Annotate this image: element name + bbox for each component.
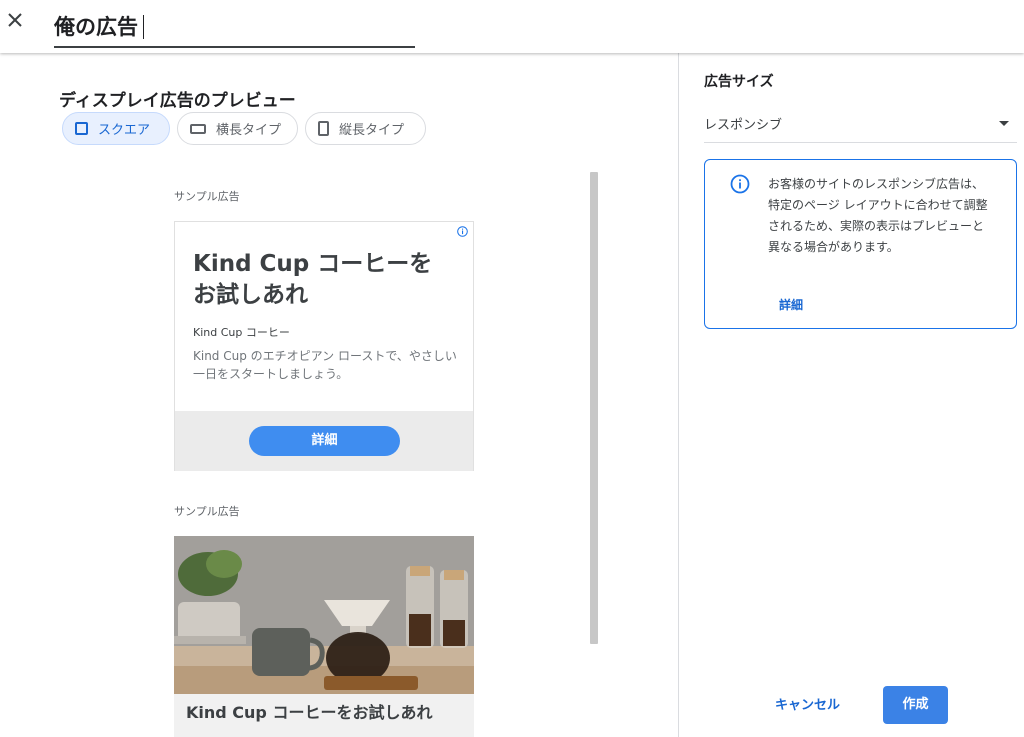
ad-size-title: 広告サイズ (704, 74, 774, 90)
sample-ad-label-2: サンプル広告 (174, 505, 240, 518)
coffee-photo (174, 536, 474, 694)
tab-square[interactable]: スクエア (62, 112, 170, 145)
ad-headline: Kind Cup コーヒーをお試しあれ (193, 251, 433, 308)
image-ad-headline: Kind Cup コーヒーをお試しあれ (186, 703, 433, 722)
tab-landscape[interactable]: 横長タイプ (177, 112, 298, 145)
preview-scrollbar[interactable] (590, 172, 598, 644)
create-button[interactable]: 作成 (883, 686, 948, 724)
info-detail-link[interactable]: 詳細 (779, 296, 803, 313)
responsive-info-box: お客様のサイトのレスポンシブ広告は、特定のページ レイアウトに合わせて調整される… (704, 159, 1017, 329)
ad-description: Kind Cup のエチオピアン ローストで、やさしい一日をスタートしましょう。 (193, 349, 457, 381)
dropdown-arrow-icon (999, 121, 1009, 126)
preview-panel: ディスプレイ広告のプレビュー スクエア 横長タイプ 縦長タイプ サンプル広告 K… (0, 53, 678, 737)
ad-size-value: レスポンシブ (704, 118, 783, 133)
cancel-button[interactable]: キャンセル (775, 694, 840, 713)
ad-footer: 詳細 (175, 411, 473, 471)
landscape-icon (190, 123, 206, 134)
text-cursor (143, 15, 144, 39)
tab-portrait[interactable]: 縦長タイプ (305, 112, 426, 145)
tab-landscape-label: 横長タイプ (216, 123, 282, 138)
portrait-icon (318, 121, 329, 136)
close-icon[interactable] (4, 9, 26, 31)
ad-cta-button[interactable]: 詳細 (249, 426, 400, 456)
image-ad-preview: Kind Cup コーヒーをお試しあれ (174, 536, 474, 737)
sample-ad-label: サンプル広告 (174, 190, 240, 203)
preview-section-title: ディスプレイ広告のプレビュー (59, 91, 296, 111)
ad-advertiser: Kind Cup コーヒー (193, 326, 290, 339)
info-message: お客様のサイトのレスポンシブ広告は、特定のページ レイアウトに合わせて調整される… (768, 177, 988, 254)
ad-name-field[interactable]: 俺の広告 (54, 12, 415, 48)
square-icon (75, 122, 88, 135)
ad-name-value[interactable]: 俺の広告 (54, 12, 138, 42)
top-bar: 俺の広告 (0, 0, 1024, 53)
ad-size-select[interactable]: レスポンシブ (704, 109, 1017, 143)
ad-choices-icon[interactable] (457, 226, 468, 237)
info-icon (730, 174, 750, 194)
tab-portrait-label: 縦長タイプ (339, 123, 405, 138)
settings-panel: 広告サイズ レスポンシブ お客様のサイトのレスポンシブ広告は、特定のページ レイ… (678, 53, 1024, 737)
square-ad-preview: Kind Cup コーヒーをお試しあれ Kind Cup コーヒー Kind C… (174, 221, 474, 471)
tab-square-label: スクエア (98, 123, 151, 138)
